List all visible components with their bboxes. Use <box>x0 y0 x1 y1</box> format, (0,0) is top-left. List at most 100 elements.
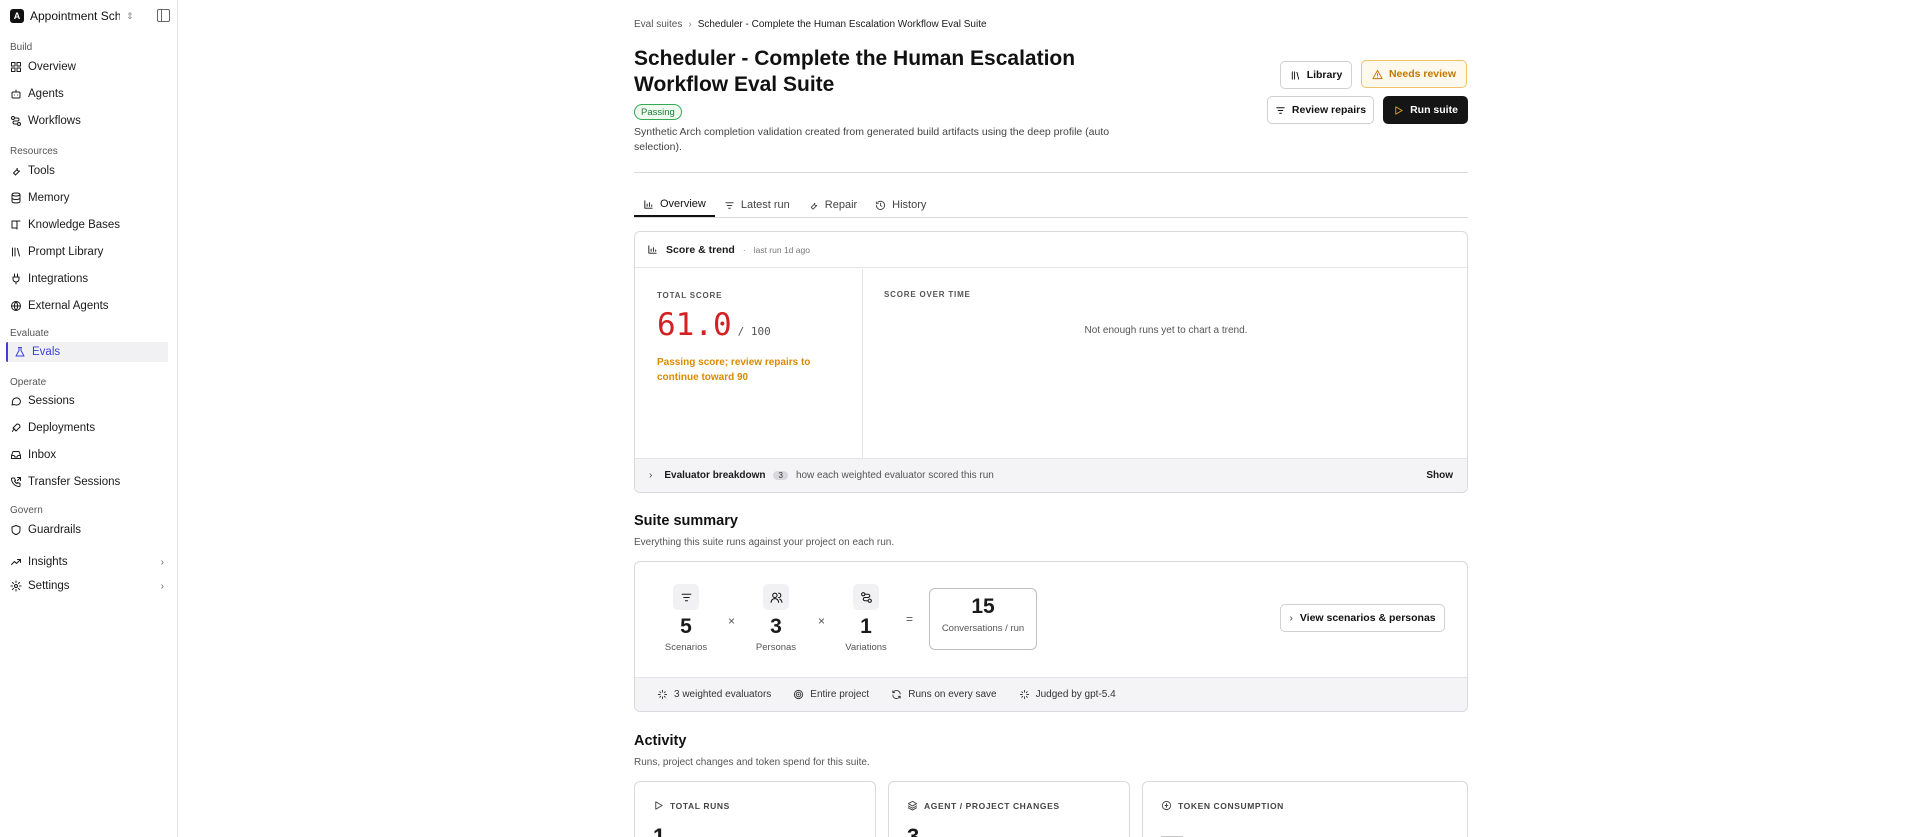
needs-review-button[interactable]: Needs review <box>1361 60 1467 88</box>
chevron-up-down-icon: ⇕ <box>126 10 134 21</box>
sidebar-toggle-icon[interactable] <box>157 9 170 22</box>
library-button[interactable]: Library <box>1280 61 1352 89</box>
sidebar-item-label: Sessions <box>28 395 75 407</box>
refresh-icon <box>892 690 901 699</box>
history-icon <box>876 200 886 210</box>
sidebar-item-settings[interactable]: Settings › <box>10 576 172 596</box>
scope-text: Entire project <box>810 689 870 700</box>
project-changes-label: AGENT / PROJECT CHANGES <box>924 800 1060 811</box>
total-runs-label: TOTAL RUNS <box>670 800 730 811</box>
token-consumption-label: TOKEN CONSUMPTION <box>1178 800 1284 811</box>
sparkle-icon <box>657 689 668 700</box>
chevron-right-icon: › <box>160 580 164 592</box>
sidebar-item-label: Prompt Library <box>28 246 104 258</box>
sidebar-item-guardrails[interactable]: Guardrails <box>10 520 172 540</box>
sidebar-item-overview[interactable]: Overview <box>10 57 172 77</box>
evaluator-breakdown-bar[interactable]: › Evaluator breakdown 3 how each weighte… <box>635 458 1467 492</box>
library-icon <box>1291 70 1299 80</box>
sidebar-section-govern: Govern <box>10 505 43 516</box>
sidebar-item-agents[interactable]: Agents <box>10 84 172 104</box>
sidebar-item-external-agents[interactable]: External Agents <box>10 296 172 316</box>
workspace-logo: A <box>10 9 24 23</box>
sidebar-section-resources: Resources <box>10 146 58 157</box>
needs-review-label: Needs review <box>1388 68 1457 80</box>
breadcrumb-parent-link[interactable]: Eval suites <box>634 19 682 30</box>
bot-icon <box>11 89 21 99</box>
run-suite-button[interactable]: Run suite <box>1383 96 1468 124</box>
breakdown-label: Evaluator breakdown <box>664 470 766 481</box>
chevron-right-icon: › <box>649 470 653 481</box>
breakdown-show-button[interactable]: Show <box>1426 470 1453 481</box>
review-repairs-label: Review repairs <box>1291 104 1367 116</box>
activity-title: Activity <box>634 733 687 749</box>
book-icon <box>11 220 21 230</box>
score-heading: Score & trend <box>666 243 735 256</box>
sidebar-section-operate: Operate <box>10 377 47 388</box>
sidebar-item-prompt-library[interactable]: Prompt Library <box>10 242 172 262</box>
status-badge: Passing <box>634 104 682 120</box>
breakdown-count-badge: 3 <box>773 471 788 480</box>
workspace-switcher[interactable]: A Appointment Sch... ⇕ <box>10 5 170 27</box>
weighted-evaluators-text: 3 weighted evaluators <box>674 689 772 700</box>
database-icon <box>11 192 21 204</box>
wrench-icon <box>13 168 20 176</box>
filter-icon <box>725 201 734 209</box>
sidebar-item-sessions[interactable]: Sessions <box>10 391 172 411</box>
chevron-right-icon: › <box>1289 612 1293 624</box>
token-consumption-card: TOKEN CONSUMPTION — <box>1142 781 1468 837</box>
total-runs-card: TOTAL RUNS 1 <box>634 781 876 837</box>
scenarios-metric: 5 Scenarios <box>663 584 709 653</box>
personas-label: Personas <box>755 642 797 653</box>
sidebar-item-memory[interactable]: Memory <box>10 188 172 208</box>
tab-label: Overview <box>660 198 706 210</box>
sidebar-item-insights[interactable]: Insights › <box>10 552 172 572</box>
tab-latest-run[interactable]: Latest run <box>715 193 799 217</box>
gear-icon <box>10 580 22 592</box>
score-out-of: / 100 <box>737 325 771 338</box>
bar-chart-icon <box>648 245 657 254</box>
inbox-icon <box>11 451 21 459</box>
variations-count: 1 <box>860 615 872 638</box>
filter-icon <box>1276 106 1285 114</box>
scope-item: Entire project <box>793 689 869 700</box>
sidebar-item-label: Evals <box>32 346 61 358</box>
tab-divider <box>634 217 1468 218</box>
view-scenarios-personas-button[interactable]: › View scenarios & personas <box>1280 604 1445 632</box>
score-note: Passing score; review repairs to continu… <box>657 357 811 383</box>
tab-repair[interactable]: Repair <box>799 193 866 217</box>
sidebar-item-label: Guardrails <box>28 524 82 536</box>
suite-summary-footer: 3 weighted evaluators Entire project Run… <box>635 677 1467 711</box>
sidebar-item-evals[interactable]: Evals <box>6 342 168 362</box>
bar-chart-icon <box>644 199 653 209</box>
play-icon <box>655 801 663 810</box>
page-description: Synthetic Arch completion validation cre… <box>634 126 1110 153</box>
total-score-panel: TOTAL SCORE 61.0 / 100 Passing score; re… <box>635 269 863 458</box>
users-icon <box>763 584 789 610</box>
variations-metric: 1 Variations <box>843 584 889 653</box>
sidebar-item-label: Deployments <box>28 422 96 434</box>
message-icon <box>11 397 22 406</box>
view-scenarios-label: View scenarios & personas <box>1299 612 1436 624</box>
token-consumption-value: — <box>1161 824 1183 837</box>
plug-icon <box>12 273 20 285</box>
sidebar-item-tools[interactable]: Tools <box>10 161 172 181</box>
sidebar-item-inbox[interactable]: Inbox <box>10 445 172 465</box>
variations-icon <box>853 584 879 610</box>
sidebar-item-workflows[interactable]: Workflows <box>10 111 172 131</box>
sidebar-item-label: Knowledge Bases <box>28 219 121 231</box>
workspace-name: Appointment Sch... <box>30 9 120 23</box>
library-icon <box>12 247 20 257</box>
trigger-text: Runs on every save <box>908 689 997 700</box>
tab-history[interactable]: History <box>866 193 935 217</box>
tab-overview[interactable]: Overview <box>634 193 715 217</box>
sidebar-item-knowledge-bases[interactable]: Knowledge Bases <box>10 215 172 235</box>
sidebar-item-transfer-sessions[interactable]: Transfer Sessions <box>10 472 172 492</box>
suite-summary-subtitle: Everything this suite runs against your … <box>634 537 895 548</box>
score-card-header: Score & trend · last run 1d ago <box>635 232 1467 268</box>
review-repairs-button[interactable]: Review repairs <box>1267 96 1374 124</box>
sidebar-item-integrations[interactable]: Integrations <box>10 269 172 289</box>
sidebar-item-deployments[interactable]: Deployments <box>10 418 172 438</box>
filter-icon <box>673 584 699 610</box>
sidebar-item-label: Workflows <box>28 115 81 127</box>
conversations-count: 15 <box>971 595 995 618</box>
